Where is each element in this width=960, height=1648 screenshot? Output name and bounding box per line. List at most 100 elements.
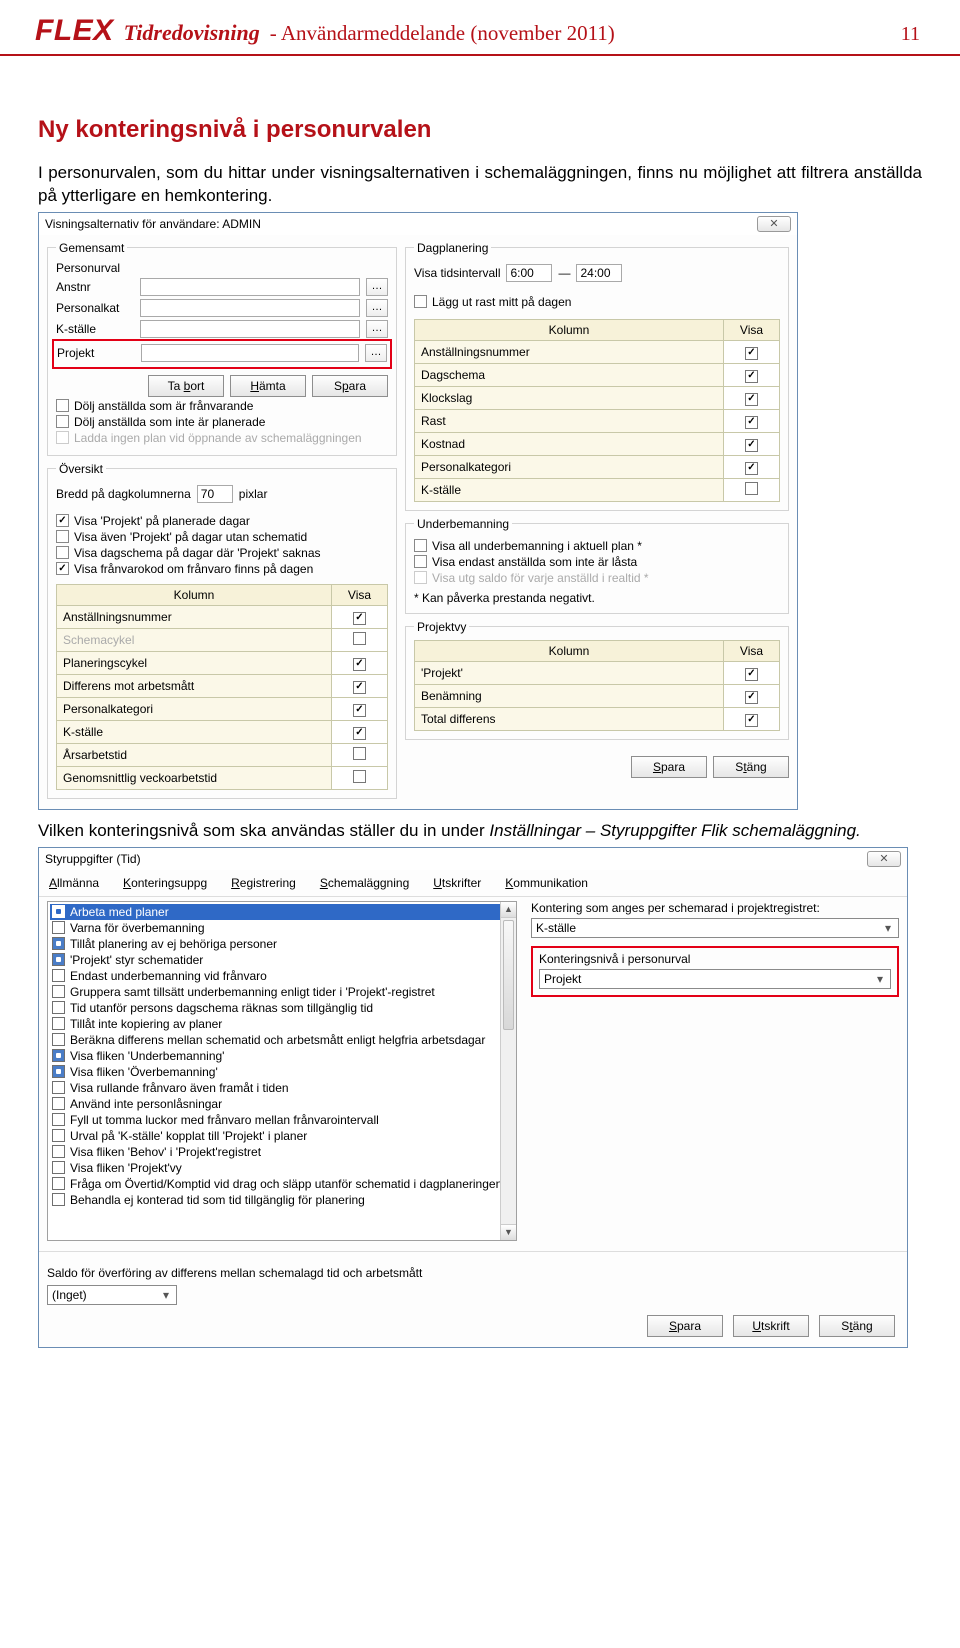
kstalle-browse-button[interactable]: … [366,320,388,338]
list-item[interactable]: Visa fliken 'Överbemanning' [50,1064,514,1080]
tab-kommunikation[interactable]: Kommunikation [503,874,590,892]
visa-checkbox[interactable] [353,612,366,625]
options-listbox[interactable]: Arbeta med planerVarna för överbemanning… [47,901,517,1241]
ovchk-projekt-noschedule[interactable]: Visa även 'Projekt' på dagar utan schema… [56,530,388,544]
list-item[interactable]: Visa fliken 'Underbemanning' [50,1048,514,1064]
list-item[interactable]: Visa fliken 'Behov' i 'Projekt'registret [50,1144,514,1160]
visa-checkbox[interactable] [353,770,366,783]
listbox-scrollbar[interactable]: ▲ ▼ [500,902,516,1240]
table-row[interactable]: Anställningsnummer [415,340,780,363]
table-row[interactable]: Årsarbetstid [57,743,388,766]
projektvy-table[interactable]: KolumnVisa 'Projekt'BenämningTotal diffe… [414,640,780,731]
dialog2-close-button[interactable]: ✕ [867,851,901,867]
tab-utskrifter[interactable]: Utskrifter [431,874,483,892]
table-row[interactable]: Personalkategori [415,455,780,478]
uchk-all-under[interactable]: Visa all underbemanning i aktuell plan * [414,539,780,553]
table-row[interactable]: Benämning [415,684,780,707]
visa-checkbox[interactable] [745,416,758,429]
close-button[interactable]: ✕ [757,216,791,232]
list-item[interactable]: Gruppera samt tillsätt underbemanning en… [50,984,514,1000]
kontering-combo[interactable]: K-ställe ▾ [531,918,899,938]
personalkat-input[interactable] [140,299,360,317]
list-item[interactable]: Endast underbemanning vid frånvaro [50,968,514,984]
dialog2-utskrift-button[interactable]: Utskrift [733,1315,809,1337]
visa-checkbox[interactable] [745,482,758,495]
visa-checkbox[interactable] [745,462,758,475]
list-item[interactable]: Visa fliken 'Projekt'vy [50,1160,514,1176]
table-row[interactable]: Rast [415,409,780,432]
projekt-input[interactable] [141,344,359,362]
table-row[interactable]: Klockslag [415,386,780,409]
list-item[interactable]: Tillåt planering av ej behöriga personer [50,936,514,952]
table-row[interactable]: Anställningsnummer [57,605,388,628]
tab-allmänna[interactable]: Allmänna [47,874,101,892]
tids-from-input[interactable] [506,264,552,282]
visa-checkbox[interactable] [745,439,758,452]
visa-checkbox[interactable] [353,704,366,717]
visa-checkbox[interactable] [353,681,366,694]
chk-rast-mitt[interactable]: Lägg ut rast mitt på dagen [414,295,780,309]
option-checkbox[interactable] [52,1049,65,1062]
dialog-stang-button[interactable]: Stäng [713,756,789,778]
scroll-up-button[interactable]: ▲ [501,902,516,918]
visa-checkbox[interactable] [745,691,758,704]
option-checkbox[interactable] [52,937,65,950]
list-item[interactable]: Urval på 'K-ställe' kopplat till 'Projek… [50,1128,514,1144]
option-checkbox[interactable] [52,1065,65,1078]
visa-checkbox[interactable] [745,668,758,681]
visa-checkbox[interactable] [353,747,366,760]
option-checkbox[interactable] [52,905,65,918]
option-checkbox[interactable] [52,1017,65,1030]
konteringsniva-combo[interactable]: Projekt ▾ [539,969,891,989]
option-checkbox[interactable] [52,969,65,982]
table-row[interactable]: K-ställe [57,720,388,743]
option-checkbox[interactable] [52,1129,65,1142]
projekt-browse-button[interactable]: … [365,344,387,362]
visa-checkbox[interactable] [745,370,758,383]
ovchk-dagschema-missing[interactable]: Visa dagschema på dagar där 'Projekt' sa… [56,546,388,560]
option-checkbox[interactable] [52,921,65,934]
option-checkbox[interactable] [52,1193,65,1206]
option-checkbox[interactable] [52,953,65,966]
hamta-button[interactable]: Hämta [230,375,306,397]
list-item[interactable]: 'Projekt' styr schematider [50,952,514,968]
option-checkbox[interactable] [52,1033,65,1046]
list-item[interactable]: Beräkna differens mellan schematid och a… [50,1032,514,1048]
ovchk-franvarokod[interactable]: Visa frånvarokod om frånvaro finns på da… [56,562,388,576]
dialog-spara-button[interactable]: Spara [631,756,707,778]
ovchk-projekt-planned[interactable]: Visa 'Projekt' på planerade dagar [56,514,388,528]
tabort-button[interactable]: Ta bort [148,375,224,397]
option-checkbox[interactable] [52,985,65,998]
list-item[interactable]: Visa rullande frånvaro även framåt i tid… [50,1080,514,1096]
dagplanering-table[interactable]: KolumnVisa AnställningsnummerDagschemaKl… [414,319,780,502]
list-item[interactable]: Fyll ut tomma luckor med frånvaro mellan… [50,1112,514,1128]
visa-checkbox[interactable] [353,632,366,645]
table-row[interactable]: 'Projekt' [415,661,780,684]
visa-checkbox[interactable] [353,727,366,740]
visa-checkbox[interactable] [745,714,758,727]
table-row[interactable]: Planeringscykel [57,651,388,674]
table-row[interactable]: Total differens [415,707,780,730]
tab-registrering[interactable]: Registrering [229,874,298,892]
option-checkbox[interactable] [52,1097,65,1110]
saldo-combo[interactable]: (Inget) ▾ [47,1285,177,1305]
list-item[interactable]: Tillåt inte kopiering av planer [50,1016,514,1032]
table-row[interactable]: Dagschema [415,363,780,386]
option-checkbox[interactable] [52,1177,65,1190]
anstnr-input[interactable] [140,278,360,296]
dialog2-stang-button[interactable]: Stäng [819,1315,895,1337]
scroll-down-button[interactable]: ▼ [501,1224,516,1240]
list-item[interactable]: Arbeta med planer [50,904,514,920]
tids-to-input[interactable] [576,264,622,282]
oversikt-table[interactable]: KolumnVisa AnställningsnummerSchemacykel… [56,584,388,790]
scroll-thumb[interactable] [503,920,514,1030]
option-checkbox[interactable] [52,1145,65,1158]
table-row[interactable]: Genomsnittlig veckoarbetstid [57,766,388,789]
visa-checkbox[interactable] [745,393,758,406]
option-checkbox[interactable] [52,1113,65,1126]
option-checkbox[interactable] [52,1081,65,1094]
chk-hide-absent[interactable]: Dölj anställda som är frånvarande [56,399,388,413]
uchk-not-locked[interactable]: Visa endast anställda som inte är låsta [414,555,780,569]
dialog2-spara-button[interactable]: Spara [647,1315,723,1337]
table-row[interactable]: Kostnad [415,432,780,455]
